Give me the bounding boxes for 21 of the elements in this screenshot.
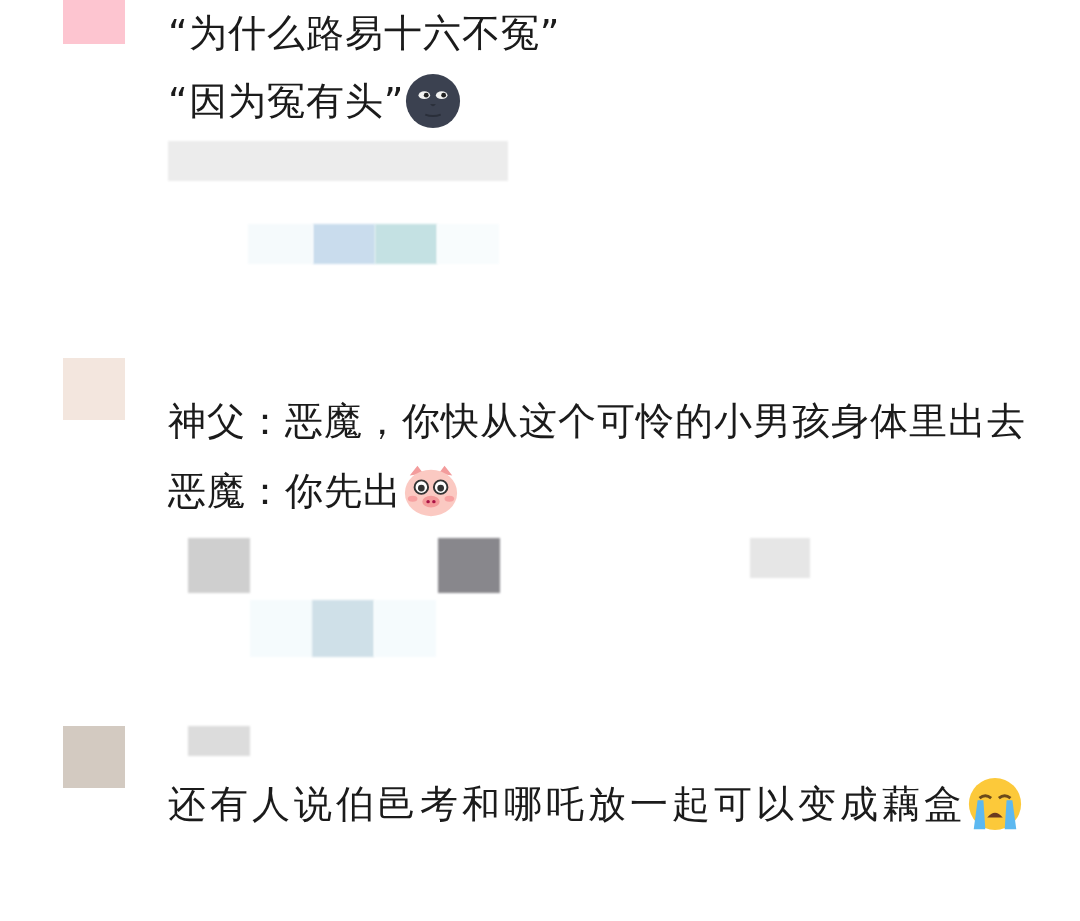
comment-text: 还有人说伯邑考和哪吒放一起可以变成藕盒 <box>168 781 966 828</box>
blurred-patch <box>188 538 250 593</box>
blurred-patch <box>374 600 436 657</box>
crying-face-icon <box>966 775 1024 833</box>
blurred-patch <box>248 224 313 264</box>
blurred-name <box>188 726 250 756</box>
comment-text: “因为冤有头” <box>168 78 405 125</box>
avatar[interactable] <box>63 726 125 788</box>
avatar[interactable] <box>63 358 125 420</box>
blurred-patch <box>750 538 810 578</box>
blurred-patch <box>250 600 312 657</box>
comment-text: 神父：恶魔，你快从这个可怜的小男孩身体里出去 <box>168 398 1027 445</box>
comment-text: “为什么路易十六不冤” <box>168 10 561 57</box>
blurred-patch <box>375 224 437 264</box>
blurred-patch <box>437 224 499 264</box>
blurred-patch <box>312 600 374 657</box>
blurred-patch <box>313 224 375 264</box>
moon-face-icon <box>404 72 463 130</box>
blurred-patch <box>438 538 500 593</box>
avatar[interactable] <box>63 0 125 44</box>
comment-text: 恶魔：你先出 <box>168 468 402 515</box>
